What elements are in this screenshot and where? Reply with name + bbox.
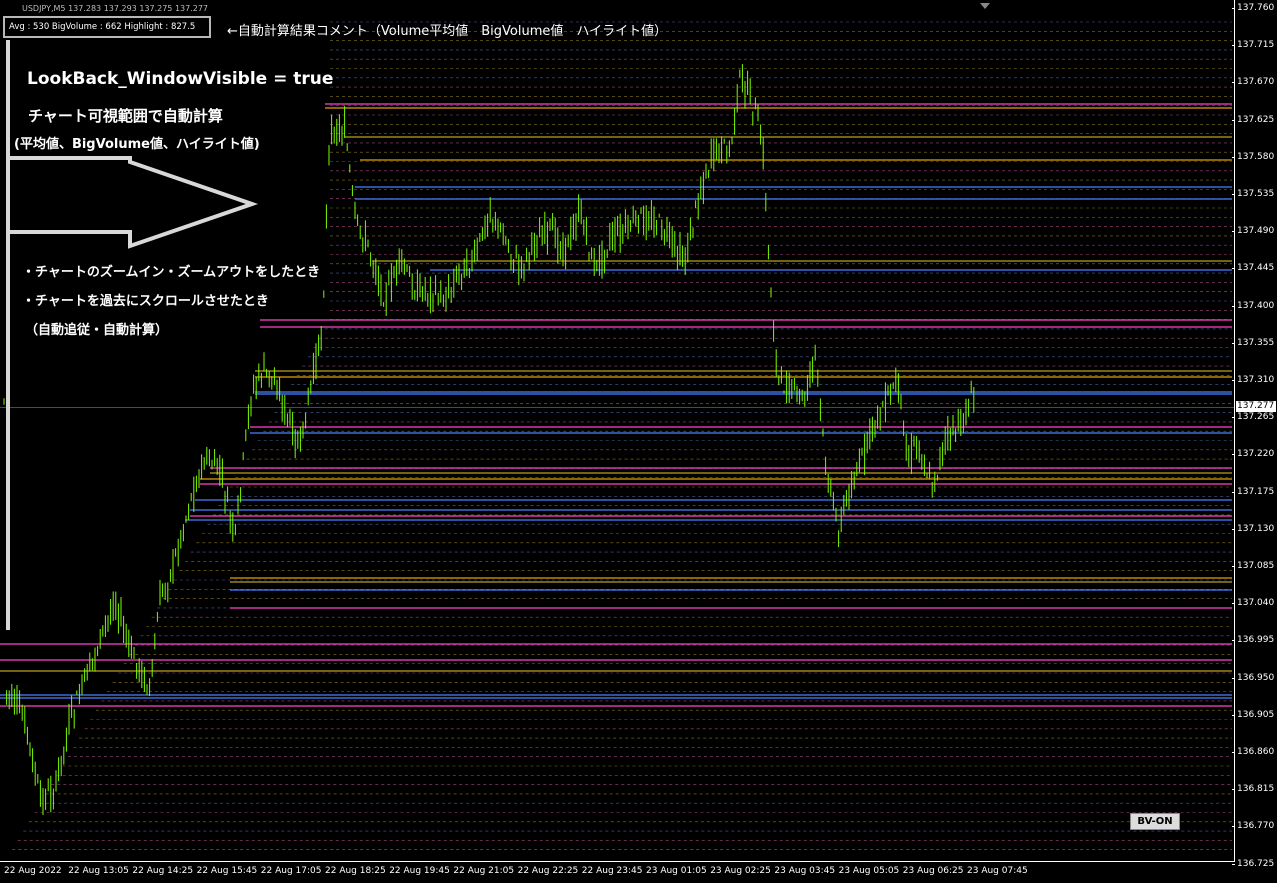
annotation-arrow-icon <box>6 156 259 249</box>
note-auto-follow: （自動追従・自動計算） <box>25 323 169 338</box>
price-axis-label: 136.725 <box>1237 858 1275 869</box>
time-axis-label: 22 Aug 17:05 <box>260 866 322 876</box>
time-axis-label: 22 Aug 13:05 <box>68 866 129 876</box>
price-axis-tick <box>1232 491 1235 493</box>
price-axis-label: 137.580 <box>1237 151 1275 162</box>
time-axis-label: 23 Aug 03:45 <box>774 866 836 876</box>
price-axis-label: 137.040 <box>1237 598 1275 609</box>
price-axis-label: 136.950 <box>1237 672 1275 683</box>
price-axis-label: 137.670 <box>1237 77 1275 88</box>
price-axis-tick <box>1232 194 1235 195</box>
price-axis-tick <box>1232 156 1235 158</box>
time-axis-label: 23 Aug 05:05 <box>838 866 900 876</box>
price-chart[interactable] <box>0 0 1234 861</box>
time-axis-label: 22 Aug 21:05 <box>453 866 515 876</box>
time-axis-label: 23 Aug 07:45 <box>967 866 1028 876</box>
volume-stats-comment: Avg : 530 BigVolume : 662 Highlight : 82… <box>3 16 211 38</box>
price-axis-label: 137.400 <box>1237 300 1275 311</box>
price-axis-tick <box>1232 566 1235 567</box>
auto-calc-items-label: (平均値、BigVolume値、ハイライト値) <box>14 137 260 152</box>
price-axis-label: 137.085 <box>1237 561 1275 571</box>
price-axis-tick <box>1232 454 1235 456</box>
price-axis-tick <box>1232 677 1235 679</box>
price-axis-tick <box>1232 268 1235 270</box>
time-axis-label: 22 Aug 2022 <box>4 866 62 876</box>
setting-label: LookBack_WindowVisible = true <box>27 69 334 89</box>
price-axis-label: 137.535 <box>1237 189 1275 199</box>
price-axis-tick <box>1232 342 1235 344</box>
time-axis-label: 22 Aug 15:45 <box>196 866 258 876</box>
current-price-label: 137.277 <box>1236 401 1276 413</box>
price-axis-tick <box>1232 45 1235 47</box>
price-axis-label: 137.130 <box>1237 523 1275 534</box>
note-zoom: ・チャートのズームイン・ズームアウトをしたとき <box>22 265 321 280</box>
price-axis-tick <box>1232 417 1235 419</box>
price-axis-label: 137.175 <box>1237 486 1275 497</box>
time-axis-label: 22 Aug 14:25 <box>132 866 194 876</box>
price-axis-label: 137.490 <box>1237 226 1275 237</box>
chart-area[interactable]: USDJPY,M5 137.283 137.293 137.275 137.27… <box>0 0 1235 862</box>
price-axis-label: 136.815 <box>1237 784 1275 795</box>
time-axis-label: 22 Aug 22:25 <box>517 866 579 876</box>
chart-shift-marker-icon[interactable] <box>980 3 990 9</box>
price-axis-tick <box>1232 8 1235 9</box>
price-axis-label: 137.445 <box>1237 263 1275 274</box>
price-axis-tick <box>1232 789 1235 791</box>
price-axis-tick <box>1232 231 1235 233</box>
price-axis-label: 137.760 <box>1237 3 1275 13</box>
price-axis-tick <box>1232 119 1235 121</box>
auto-calc-label: チャート可視範囲で自動計算 <box>28 107 223 125</box>
price-axis-label: 137.715 <box>1237 40 1275 51</box>
price-axis-label: 137.265 <box>1237 412 1275 423</box>
comment-explanation-label: ←自動計算結果コメント（Volume平均値 BigVolume値 ハイライト値） <box>227 24 668 39</box>
price-axis-label: 136.770 <box>1237 821 1275 832</box>
symbol-header: USDJPY,M5 137.283 137.293 137.275 137.27… <box>22 4 209 13</box>
price-axis-tick <box>1232 528 1235 530</box>
time-axis-label: 22 Aug 23:45 <box>581 866 643 876</box>
time-axis-label: 23 Aug 06:25 <box>902 866 964 876</box>
price-axis-tick <box>1232 640 1235 642</box>
price-axis-label: 136.995 <box>1237 635 1275 646</box>
price-axis-tick <box>1232 82 1235 84</box>
price-axis[interactable]: 137.760 137.715 137.670 137.625 137.580 137.5… <box>1232 0 1277 869</box>
price-axis-tick <box>1232 714 1235 716</box>
price-axis-tick <box>1232 603 1235 605</box>
price-axis-tick <box>1232 752 1235 753</box>
price-axis-label: 137.355 <box>1237 337 1275 348</box>
bv-toggle-button[interactable]: BV-ON <box>1130 813 1180 830</box>
price-axis-tick <box>1232 826 1235 828</box>
time-axis-label: 22 Aug 19:45 <box>389 866 450 876</box>
price-axis-label: 137.625 <box>1237 114 1275 125</box>
price-axis-label: 137.310 <box>1237 375 1275 385</box>
price-axis-label: 137.220 <box>1237 449 1275 460</box>
time-axis-label: 23 Aug 02:25 <box>710 866 771 876</box>
time-axis[interactable]: 22 Aug 2022 22 Aug 13:05 22 Aug 14:25 22 Au… <box>0 862 1234 883</box>
time-axis-label: 23 Aug 01:05 <box>646 866 707 876</box>
price-axis-label: 136.860 <box>1237 747 1275 757</box>
price-axis-tick <box>1232 380 1235 381</box>
price-axis-tick <box>1232 305 1235 307</box>
price-axis-label: 136.905 <box>1237 709 1275 720</box>
time-axis-label: 22 Aug 18:25 <box>325 866 386 876</box>
note-scroll: ・チャートを過去にスクロールさせたとき <box>22 294 269 309</box>
